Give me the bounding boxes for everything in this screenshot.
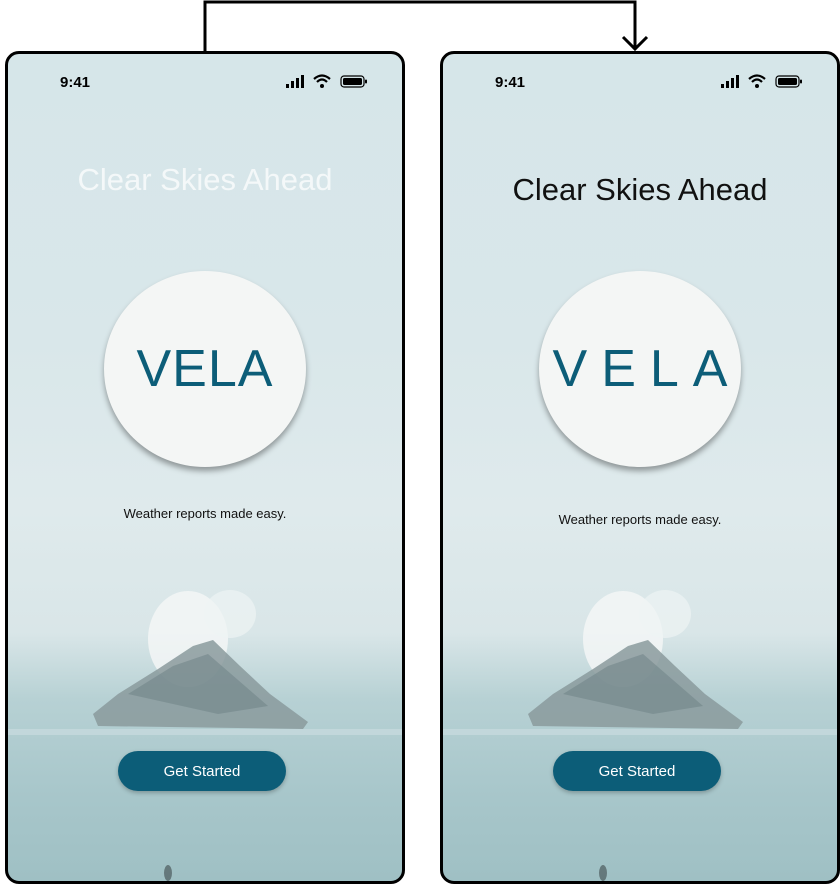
wifi-icon xyxy=(748,74,766,88)
logo-text: VELA xyxy=(552,340,742,398)
tagline: Weather reports made easy. xyxy=(123,506,287,521)
wifi-icon xyxy=(313,74,331,88)
connector-line xyxy=(203,0,637,51)
page-title: Clear Skies Ahead xyxy=(77,162,333,197)
status-time: 9:41 xyxy=(60,74,91,91)
logo-text: VELA xyxy=(136,340,274,398)
page-title: Clear Skies Ahead xyxy=(512,172,768,207)
get-started-button[interactable]: Get Started xyxy=(553,751,721,791)
logo-badge: VELA xyxy=(539,271,741,467)
battery-icon xyxy=(775,75,802,88)
logo-badge: VELA xyxy=(104,271,306,467)
signal-icon xyxy=(286,75,304,88)
signal-icon xyxy=(721,75,739,88)
status-icons xyxy=(286,74,367,88)
battery-icon xyxy=(340,75,367,88)
get-started-button[interactable]: Get Started xyxy=(118,751,286,791)
phone-screen-after: 9:41 Clear Skies Ahead VELA Weather repo… xyxy=(440,51,840,884)
phone-screen-before: 9:41 Clear Skies Ahead VELA Weather repo… xyxy=(5,51,405,884)
status-time: 9:41 xyxy=(495,74,526,91)
status-icons xyxy=(721,74,802,88)
tagline: Weather reports made easy. xyxy=(558,512,722,527)
